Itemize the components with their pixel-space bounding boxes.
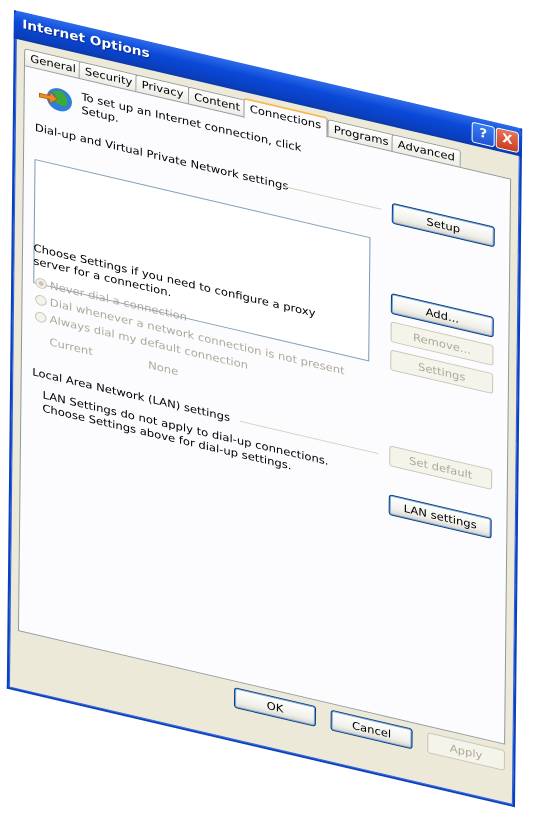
connections-panel: To set up an Internet connection, click … — [17, 65, 512, 745]
current-connection-label: Current — [49, 335, 93, 359]
setup-button[interactable]: Setup — [391, 202, 495, 248]
globe-connect-icon — [38, 88, 72, 112]
current-connection-value: None — [148, 358, 179, 379]
radio-button[interactable] — [35, 293, 47, 307]
help-button[interactable]: ? — [471, 121, 495, 148]
internet-options-dialog: Internet Options ? X General Security Pr… — [6, 10, 523, 808]
close-button[interactable]: X — [495, 127, 519, 154]
lan-instruction-line2: Choose Settings above for dial-up settin… — [42, 402, 292, 473]
set-default-button[interactable]: Set default — [389, 445, 493, 490]
radio-button-checked[interactable] — [35, 276, 47, 290]
lan-settings-button[interactable]: LAN settings — [388, 494, 492, 539]
screenshot-stage: Internet Options ? X General Security Pr… — [0, 0, 535, 823]
radio-button[interactable] — [34, 310, 47, 324]
dialup-group-divider — [282, 185, 382, 210]
